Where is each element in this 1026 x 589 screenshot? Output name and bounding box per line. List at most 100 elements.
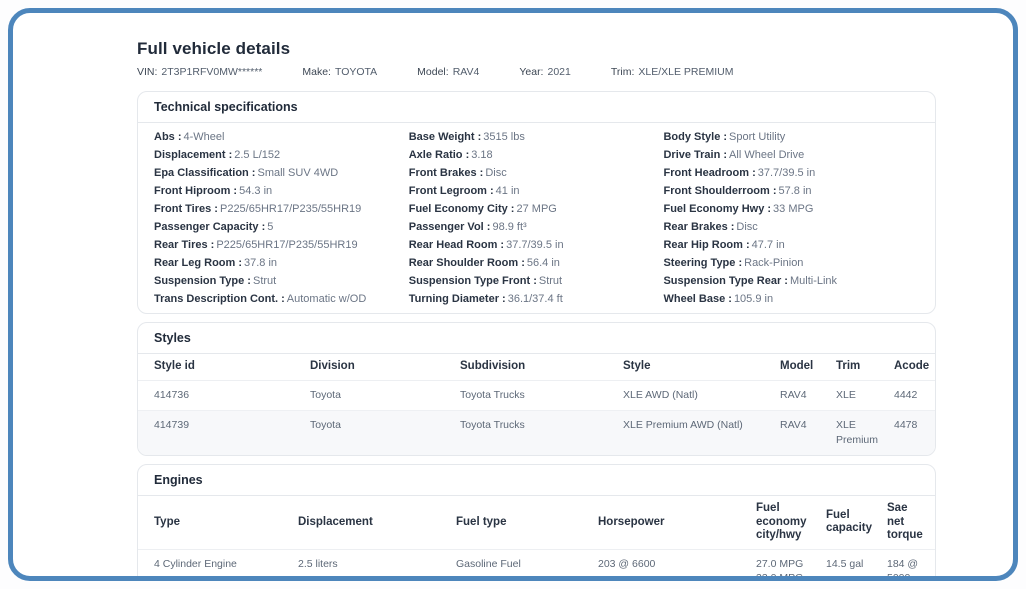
spec-label: Rear Shoulder Room : (409, 257, 525, 269)
spec-item: Wheel Base :105.9 in (663, 290, 918, 308)
styles-header-cell: Subdivision (460, 354, 623, 380)
styles-header-cell: Acode (894, 354, 935, 380)
spec-value: 3.18 (471, 149, 492, 161)
meta-value: XLE/XLE PREMIUM (638, 66, 733, 78)
spec-value: 57.8 in (779, 185, 812, 197)
spec-item: Rear Leg Room :37.8 in (154, 254, 409, 272)
spec-label: Passenger Vol : (409, 221, 491, 233)
spec-label: Turning Diameter : (409, 293, 506, 305)
engines-card: Engines Type Displacement Fuel type Hors… (137, 464, 936, 581)
spec-label: Displacement : (154, 149, 232, 161)
styles-card: Styles Style id Division Subdivision Sty… (137, 322, 936, 456)
spec-label: Trans Description Cont. : (154, 293, 285, 305)
technical-specifications-card: Technical specifications Abs :4-Wheel Di… (137, 91, 936, 314)
spec-value: 37.7/39.5 in (506, 239, 564, 251)
spec-label: Abs : (154, 131, 182, 143)
engines-title: Engines (138, 465, 935, 496)
meta-label: Year: (519, 66, 543, 78)
spec-label: Rear Head Room : (409, 239, 504, 251)
spec-label: Epa Classification : (154, 167, 255, 179)
meta-make: Make:TOYOTA (302, 66, 377, 79)
spec-value: 37.8 in (244, 257, 277, 269)
styles-cell: XLE (836, 380, 894, 411)
spec-value: 33 MPG (773, 203, 813, 215)
spec-item: Suspension Type Front :Strut (409, 272, 664, 290)
spec-item: Front Shoulderroom :57.8 in (663, 182, 918, 200)
styles-cell: Toyota (310, 380, 460, 411)
meta-value: 2T3P1RFV0MW****** (161, 66, 262, 78)
engines-cell: 184 @ 5000 (887, 549, 935, 581)
spec-value: 4-Wheel (184, 131, 225, 143)
styles-cell: Toyota Trucks (460, 411, 623, 456)
vehicle-meta-bar: VIN:2T3P1RFV0MW****** Make:TOYOTA Model:… (137, 66, 936, 79)
styles-cell: Toyota (310, 411, 460, 456)
spec-value: Automatic w/OD (287, 293, 366, 305)
meta-value: RAV4 (453, 66, 480, 78)
styles-cell: Toyota Trucks (460, 380, 623, 411)
spec-value: Multi-Link (790, 275, 837, 287)
spec-item: Turning Diameter :36.1/37.4 ft (409, 290, 664, 308)
styles-header-cell: Model (780, 354, 836, 380)
spec-item: Rear Hip Room :47.7 in (663, 236, 918, 254)
spec-label: Passenger Capacity : (154, 221, 265, 233)
spec-item: Passenger Vol :98.9 ft³ (409, 218, 664, 236)
engines-header-cell: Displacement (298, 496, 456, 549)
spec-item: Front Headroom :37.7/39.5 in (663, 164, 918, 182)
styles-cell: 414739 (138, 411, 310, 456)
spec-item: Front Legroom :41 in (409, 182, 664, 200)
spec-value: 105.9 in (734, 293, 773, 305)
spec-label: Fuel Economy City : (409, 203, 515, 215)
spec-value: Strut (539, 275, 562, 287)
spec-item: Suspension Type Rear :Multi-Link (663, 272, 918, 290)
spec-value: 56.4 in (527, 257, 560, 269)
spec-label: Front Headroom : (663, 167, 755, 179)
spec-label: Front Tires : (154, 203, 218, 215)
table-row: 4 Cylinder Engine 2.5 liters Gasoline Fu… (138, 549, 935, 581)
table-row: 414736 Toyota Toyota Trucks XLE AWD (Nat… (138, 380, 935, 411)
spec-value: Sport Utility (729, 131, 785, 143)
styles-cell: XLE Premium (836, 411, 894, 456)
spec-value: Small SUV 4WD (257, 167, 338, 179)
spec-label: Wheel Base : (663, 293, 731, 305)
spec-item: Axle Ratio :3.18 (409, 146, 664, 164)
spec-value: Disc (485, 167, 506, 179)
spec-value: 98.9 ft³ (492, 221, 526, 233)
spec-item: Passenger Capacity :5 (154, 218, 409, 236)
styles-cell: RAV4 (780, 411, 836, 456)
spec-label: Rear Brakes : (663, 221, 734, 233)
spec-label: Suspension Type : (154, 275, 251, 287)
styles-cell: RAV4 (780, 380, 836, 411)
engines-table: Type Displacement Fuel type Horsepower F… (138, 496, 935, 581)
spec-item: Fuel Economy City :27 MPG (409, 200, 664, 218)
spec-value: 2.5 L/152 (234, 149, 280, 161)
spec-item: Trans Description Cont. :Automatic w/OD (154, 290, 409, 308)
spec-label: Rear Tires : (154, 239, 214, 251)
spec-value: 27 MPG (516, 203, 556, 215)
meta-year: Year:2021 (519, 66, 571, 79)
spec-label: Front Brakes : (409, 167, 484, 179)
spec-value: 36.1/37.4 ft (508, 293, 563, 305)
spec-label: Base Weight : (409, 131, 482, 143)
spec-item: Front Brakes :Disc (409, 164, 664, 182)
spec-item: Front Tires :P225/65HR17/P235/55HR19 (154, 200, 409, 218)
spec-value: 3515 lbs (483, 131, 525, 143)
spec-label: Suspension Type Front : (409, 275, 537, 287)
styles-cell: XLE AWD (Natl) (623, 380, 780, 411)
spec-item: Epa Classification :Small SUV 4WD (154, 164, 409, 182)
engines-cell: 4 Cylinder Engine (138, 549, 298, 581)
spec-item: Fuel Economy Hwy :33 MPG (663, 200, 918, 218)
page-title: Full vehicle details (137, 39, 936, 59)
spec-item: Rear Head Room :37.7/39.5 in (409, 236, 664, 254)
spec-item: Rear Tires :P225/65HR17/P235/55HR19 (154, 236, 409, 254)
spec-label: Rear Leg Room : (154, 257, 242, 269)
meta-label: Trim: (611, 66, 635, 78)
styles-header-cell: Style id (138, 354, 310, 380)
meta-vin: VIN:2T3P1RFV0MW****** (137, 66, 262, 79)
spec-item: Suspension Type :Strut (154, 272, 409, 290)
spec-value: 47.7 in (752, 239, 785, 251)
spec-column-3: Body Style :Sport Utility Drive Train :A… (663, 128, 918, 308)
technical-specifications-title: Technical specifications (138, 92, 935, 123)
engines-header-cell: Type (138, 496, 298, 549)
meta-value: TOYOTA (335, 66, 377, 78)
spec-grid: Abs :4-Wheel Displacement :2.5 L/152 Epa… (138, 123, 935, 313)
